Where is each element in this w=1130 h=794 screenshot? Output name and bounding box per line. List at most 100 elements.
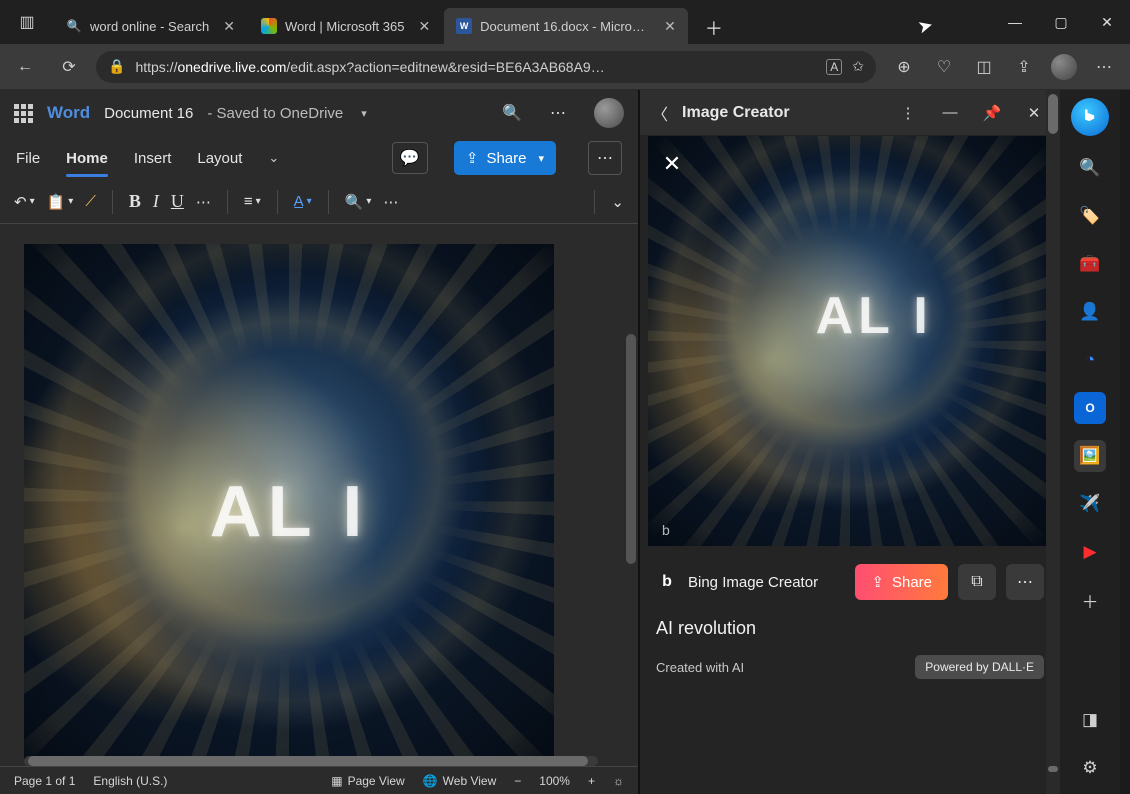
screenshot-icon[interactable]: ◫ <box>966 50 1002 84</box>
window-titlebar: ▥ 🔍 word online - Search ✕ Word | Micros… <box>0 0 1130 44</box>
pane-close-button[interactable]: ✕ <box>1020 99 1048 127</box>
new-tab-button[interactable]: ＋ <box>698 12 730 44</box>
close-tab-icon[interactable]: ✕ <box>223 18 235 35</box>
bold-button[interactable]: B <box>129 191 141 212</box>
pane-minimize-button[interactable]: ― <box>936 99 964 127</box>
undo-button[interactable]: ↶▾ <box>14 193 35 211</box>
page-view-button[interactable]: ▦Page View <box>331 774 405 788</box>
format-painter-button[interactable]: ⟋ <box>85 193 96 210</box>
italic-button[interactable]: I <box>153 191 159 212</box>
m365-icon <box>261 18 277 34</box>
share-label: Share <box>892 574 932 591</box>
header-more-button[interactable]: ⋯ <box>542 97 574 129</box>
zoom-out-button[interactable]: − <box>514 774 521 788</box>
tab-layout[interactable]: Layout <box>197 144 242 173</box>
copy-button[interactable]: ⧉ <box>958 564 996 600</box>
styles-button[interactable]: A̲▾ <box>294 193 312 210</box>
url-input[interactable]: 🔒 https://onedrive.live.com/edit.aspx?ac… <box>96 51 876 83</box>
document-title[interactable]: Document 16 <box>104 105 193 122</box>
reader-mode-icon[interactable]: A <box>826 59 842 75</box>
tab-insert[interactable]: Insert <box>134 144 172 173</box>
word-icon: W <box>456 18 472 34</box>
close-window-button[interactable]: ✕ <box>1084 6 1130 38</box>
image-creator-rail-icon[interactable]: 🖼️ <box>1074 440 1106 472</box>
web-view-button[interactable]: 🌐Web View <box>423 774 497 788</box>
vertical-scrollbar[interactable] <box>626 334 636 564</box>
tab-file[interactable]: File <box>16 144 40 173</box>
more-tabs-chevron[interactable]: ⌄ <box>268 150 279 166</box>
pane-more-button[interactable]: ⋮ <box>894 99 922 127</box>
word-status-bar: Page 1 of 1 English (U.S.) ▦Page View 🌐W… <box>0 766 638 794</box>
generated-image[interactable]: AL I b <box>648 136 1052 546</box>
font-more-button[interactable]: ⋯ <box>196 193 211 211</box>
browser-tab-document[interactable]: W Document 16.docx - Microsoft W… ✕ <box>444 8 688 44</box>
tab-title: Document 16.docx - Microsoft W… <box>480 19 650 34</box>
drop-rail-icon[interactable]: ✈️ <box>1074 488 1106 520</box>
site-info-icon[interactable]: 🔒 <box>108 58 125 75</box>
favorite-icon[interactable]: ✩ <box>852 58 864 75</box>
close-tab-icon[interactable]: ✕ <box>418 18 430 35</box>
pane-pin-button[interactable]: 📌 <box>978 99 1006 127</box>
profile-button[interactable] <box>1046 50 1082 84</box>
refresh-button[interactable]: ⟳ <box>52 50 86 84</box>
pane-scrollbar[interactable] <box>1046 90 1060 794</box>
tab-title: Word | Microsoft 365 <box>285 19 404 34</box>
window-controls: ― ▢ ✕ <box>992 6 1130 38</box>
underline-button[interactable]: U <box>171 191 184 212</box>
zoom-in-button[interactable]: + <box>588 774 595 788</box>
search-button[interactable]: 🔍 <box>496 97 528 129</box>
document-image[interactable]: AL I <box>24 244 554 759</box>
ribbon-overflow-button[interactable]: ⋯ <box>383 193 398 211</box>
image-overlay-text: AL I <box>210 471 369 553</box>
close-tab-icon[interactable]: ✕ <box>664 18 676 35</box>
add-rail-icon[interactable]: ＋ <box>1074 584 1106 616</box>
ribbon-more-button[interactable]: ⋯ <box>588 141 622 175</box>
share-image-button[interactable]: ⇪ Share <box>855 564 948 600</box>
word-brand[interactable]: Word <box>47 103 90 123</box>
browser-tab-search[interactable]: 🔍 word online - Search ✕ <box>54 8 247 44</box>
find-button[interactable]: 🔍▾ <box>345 193 372 211</box>
paragraph-button[interactable]: ≡▾ <box>244 193 261 210</box>
user-avatar[interactable] <box>594 98 624 128</box>
word-app-pane: Word Document 16 - Saved to OneDrive ▾ 🔍… <box>0 90 640 794</box>
brightness-button[interactable]: ☼ <box>613 774 624 788</box>
youtube-rail-icon[interactable]: ▶ <box>1074 536 1106 568</box>
close-image-icon[interactable]: ✕ <box>658 150 686 178</box>
minimize-button[interactable]: ― <box>992 6 1038 38</box>
language-indicator[interactable]: English (U.S.) <box>93 774 167 788</box>
chevron-down-icon: ▾ <box>538 152 544 165</box>
paste-button[interactable]: 📋▾ <box>47 193 74 211</box>
games-rail-icon[interactable]: 👤 <box>1074 296 1106 328</box>
m365-rail-icon[interactable]: ◔ <box>1074 344 1106 376</box>
bing-logo-icon: b <box>656 571 678 593</box>
bing-chat-button[interactable] <box>1071 98 1109 136</box>
back-icon[interactable]: 〈 <box>652 101 668 125</box>
chevron-down-icon[interactable]: ▾ <box>361 107 367 120</box>
outlook-rail-icon[interactable]: O <box>1074 392 1106 424</box>
page-indicator[interactable]: Page 1 of 1 <box>14 774 75 788</box>
url-text: https://onedrive.live.com/edit.aspx?acti… <box>135 59 816 75</box>
document-canvas[interactable]: AL I <box>0 224 638 794</box>
app-launcher-icon[interactable] <box>14 104 33 123</box>
tab-actions-icon[interactable]: ▥ <box>10 5 44 39</box>
save-status[interactable]: - Saved to OneDrive <box>207 105 343 122</box>
browser-menu-button[interactable]: ⋯ <box>1086 50 1122 84</box>
share-page-icon[interactable]: ⇪ <box>1006 50 1042 84</box>
collections-icon[interactable]: ⊕ <box>886 50 922 84</box>
ribbon-collapse-button[interactable]: ⌄ <box>611 193 624 211</box>
back-button[interactable]: ← <box>8 50 42 84</box>
shopping-rail-icon[interactable]: 🏷️ <box>1074 200 1106 232</box>
search-rail-icon[interactable]: 🔍 <box>1074 152 1106 184</box>
image-more-button[interactable]: ⋯ <box>1006 564 1044 600</box>
share-button[interactable]: ⇪ Share ▾ <box>454 141 556 175</box>
zoom-level[interactable]: 100% <box>539 774 570 788</box>
performance-icon[interactable]: ♡ <box>926 50 962 84</box>
tools-rail-icon[interactable]: 🧰 <box>1074 248 1106 280</box>
hide-sidebar-icon[interactable]: ◨ <box>1074 704 1106 736</box>
comments-button[interactable]: 💬 <box>392 142 428 174</box>
browser-tab-m365[interactable]: Word | Microsoft 365 ✕ <box>249 8 442 44</box>
maximize-button[interactable]: ▢ <box>1038 6 1084 38</box>
horizontal-scrollbar[interactable] <box>24 756 598 766</box>
tab-home[interactable]: Home <box>66 144 108 173</box>
settings-rail-icon[interactable]: ⚙ <box>1074 752 1106 784</box>
